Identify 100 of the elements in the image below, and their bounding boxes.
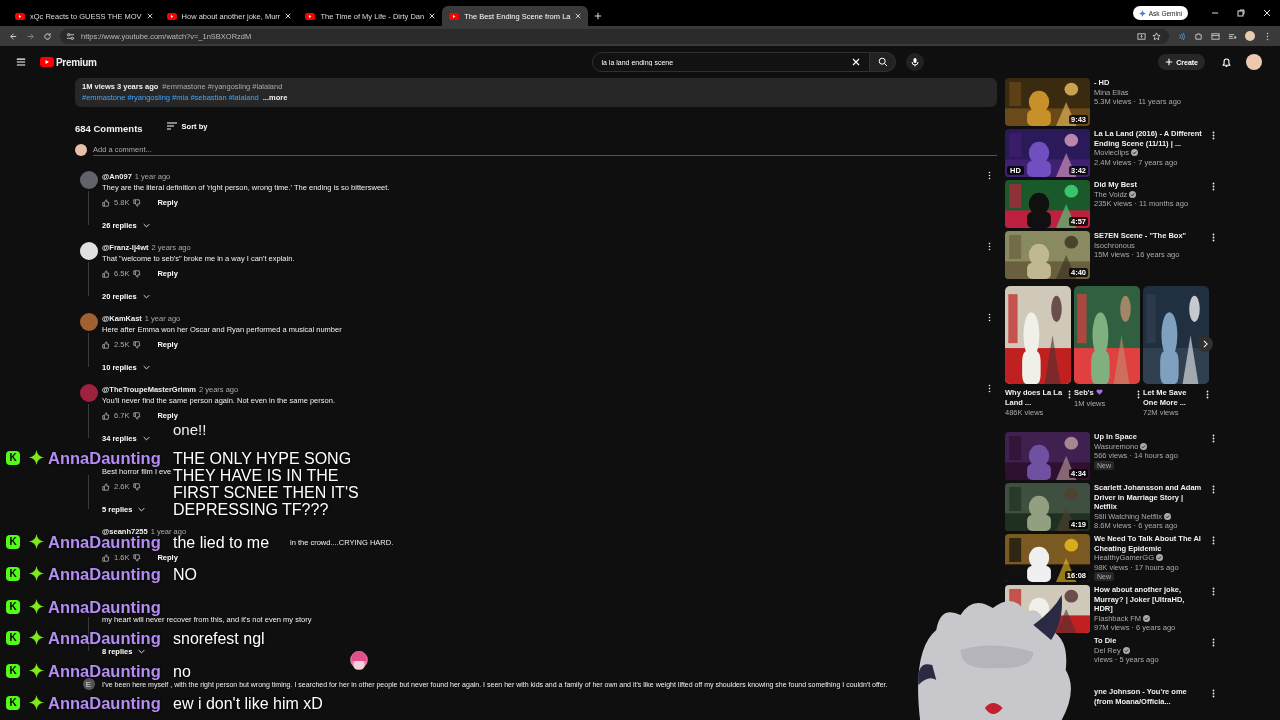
chat-username: AnnaDaunting	[48, 695, 162, 711]
user-avatar[interactable]	[1246, 54, 1262, 70]
cast-icon[interactable]	[1177, 31, 1186, 41]
menu-icon[interactable]	[16, 57, 26, 67]
star-icon[interactable]	[1152, 31, 1161, 41]
more-icon[interactable]	[1212, 689, 1215, 698]
kick-badge: K	[6, 663, 20, 678]
chat-message: NO	[173, 566, 197, 583]
more-icon[interactable]	[1137, 390, 1140, 399]
more-icon[interactable]	[1212, 536, 1215, 545]
plus-icon	[1165, 58, 1174, 66]
more-icon[interactable]	[1212, 182, 1215, 191]
chevron-down-icon	[138, 507, 146, 512]
forward-icon[interactable]	[26, 31, 35, 41]
emote-icon	[348, 650, 370, 672]
window-icon[interactable]	[1211, 31, 1220, 41]
more-icon[interactable]	[988, 313, 991, 322]
dislike-icon[interactable]	[133, 198, 142, 207]
microphone-icon	[910, 57, 921, 67]
sparkle-icon	[29, 566, 44, 581]
dislike-icon[interactable]	[133, 553, 142, 562]
dislike-icon[interactable]	[133, 482, 142, 491]
extensions-icon[interactable]	[1194, 31, 1203, 41]
more-icon[interactable]	[988, 384, 991, 393]
dislike-icon[interactable]	[133, 411, 142, 420]
like-icon[interactable]	[102, 482, 110, 491]
restore-icon[interactable]	[1236, 8, 1246, 18]
new-tab-icon[interactable]	[594, 12, 603, 20]
more-icon[interactable]	[1206, 390, 1209, 399]
user-avatar	[75, 144, 87, 156]
profile-avatar[interactable]	[1245, 31, 1255, 41]
dislike-icon[interactable]	[133, 340, 142, 349]
youtube-logo-icon[interactable]	[40, 57, 54, 67]
search-button[interactable]	[870, 52, 897, 72]
more-icon[interactable]	[1212, 485, 1215, 494]
logo-text[interactable]: Premium	[56, 56, 97, 68]
youtube-icon	[305, 12, 316, 20]
like-icon[interactable]	[102, 198, 110, 207]
kick-badge: K	[6, 451, 20, 465]
chevron-down-icon	[142, 223, 150, 228]
kick-badge: K	[6, 599, 20, 614]
chat-username: AnnaDaunting	[48, 450, 162, 466]
chat-username: AnnaDaunting	[48, 566, 162, 582]
more-icon[interactable]	[988, 242, 991, 251]
next-button[interactable]	[1197, 336, 1213, 352]
like-icon[interactable]	[102, 411, 110, 420]
chevron-right-icon	[1202, 340, 1208, 348]
close-icon[interactable]	[429, 13, 436, 19]
avatar[interactable]: E	[82, 678, 95, 690]
more-icon[interactable]	[1212, 131, 1215, 140]
bell-icon[interactable]	[1221, 56, 1232, 68]
more-icon[interactable]	[988, 171, 991, 180]
close-icon[interactable]	[146, 13, 153, 19]
chevron-down-icon	[142, 365, 150, 370]
sparkle-icon	[29, 533, 44, 549]
close-icon[interactable]	[1262, 8, 1272, 18]
install-icon[interactable]	[1137, 31, 1146, 41]
more-icon[interactable]	[1212, 638, 1215, 647]
kick-badge: K	[6, 696, 20, 710]
chat-username: AnnaDaunting	[48, 662, 162, 679]
more-icon[interactable]	[1212, 434, 1215, 443]
chat-username: AnnaDaunting	[48, 598, 162, 615]
back-icon[interactable]	[9, 31, 18, 41]
sparkle-icon	[29, 695, 44, 710]
chevron-down-icon	[142, 294, 150, 299]
chat-message: no	[173, 662, 191, 680]
like-icon[interactable]	[102, 340, 110, 349]
more-icon[interactable]	[1212, 233, 1215, 242]
chevron-down-icon	[142, 436, 150, 441]
comment-count: 684 Comments	[75, 122, 143, 134]
avatar[interactable]	[79, 242, 98, 260]
like-icon[interactable]	[102, 269, 110, 278]
youtube-icon	[449, 12, 460, 20]
kick-badge: K	[6, 534, 20, 549]
sort-icon	[166, 122, 177, 130]
sparkle-icon	[1138, 9, 1146, 17]
media-icon[interactable]	[1228, 31, 1237, 41]
close-icon[interactable]	[285, 13, 292, 19]
sparkle-icon	[29, 662, 44, 678]
sparkle-icon	[29, 598, 44, 614]
dislike-icon[interactable]	[133, 269, 142, 278]
sparkle-icon	[29, 450, 44, 465]
site-info-icon[interactable]	[66, 31, 75, 41]
close-icon[interactable]	[575, 13, 582, 19]
search-icon	[877, 57, 888, 67]
more-icon[interactable]	[1212, 587, 1215, 596]
clear-icon[interactable]	[851, 57, 862, 67]
chat-message: snorefest ngl	[173, 630, 265, 647]
kick-badge: K	[6, 567, 20, 581]
reload-icon[interactable]	[43, 31, 52, 41]
voice-search-button[interactable]	[906, 53, 925, 71]
more-icon[interactable]	[1068, 390, 1071, 399]
sparkle-icon	[29, 630, 44, 645]
like-icon[interactable]	[102, 553, 110, 562]
chat-username: AnnaDaunting	[48, 630, 162, 646]
youtube-icon	[166, 12, 177, 20]
chevron-down-icon	[138, 649, 146, 654]
chat-message: ew i don't like him xD	[173, 695, 323, 712]
youtube-icon	[15, 12, 25, 20]
kick-badge: K	[6, 631, 20, 645]
